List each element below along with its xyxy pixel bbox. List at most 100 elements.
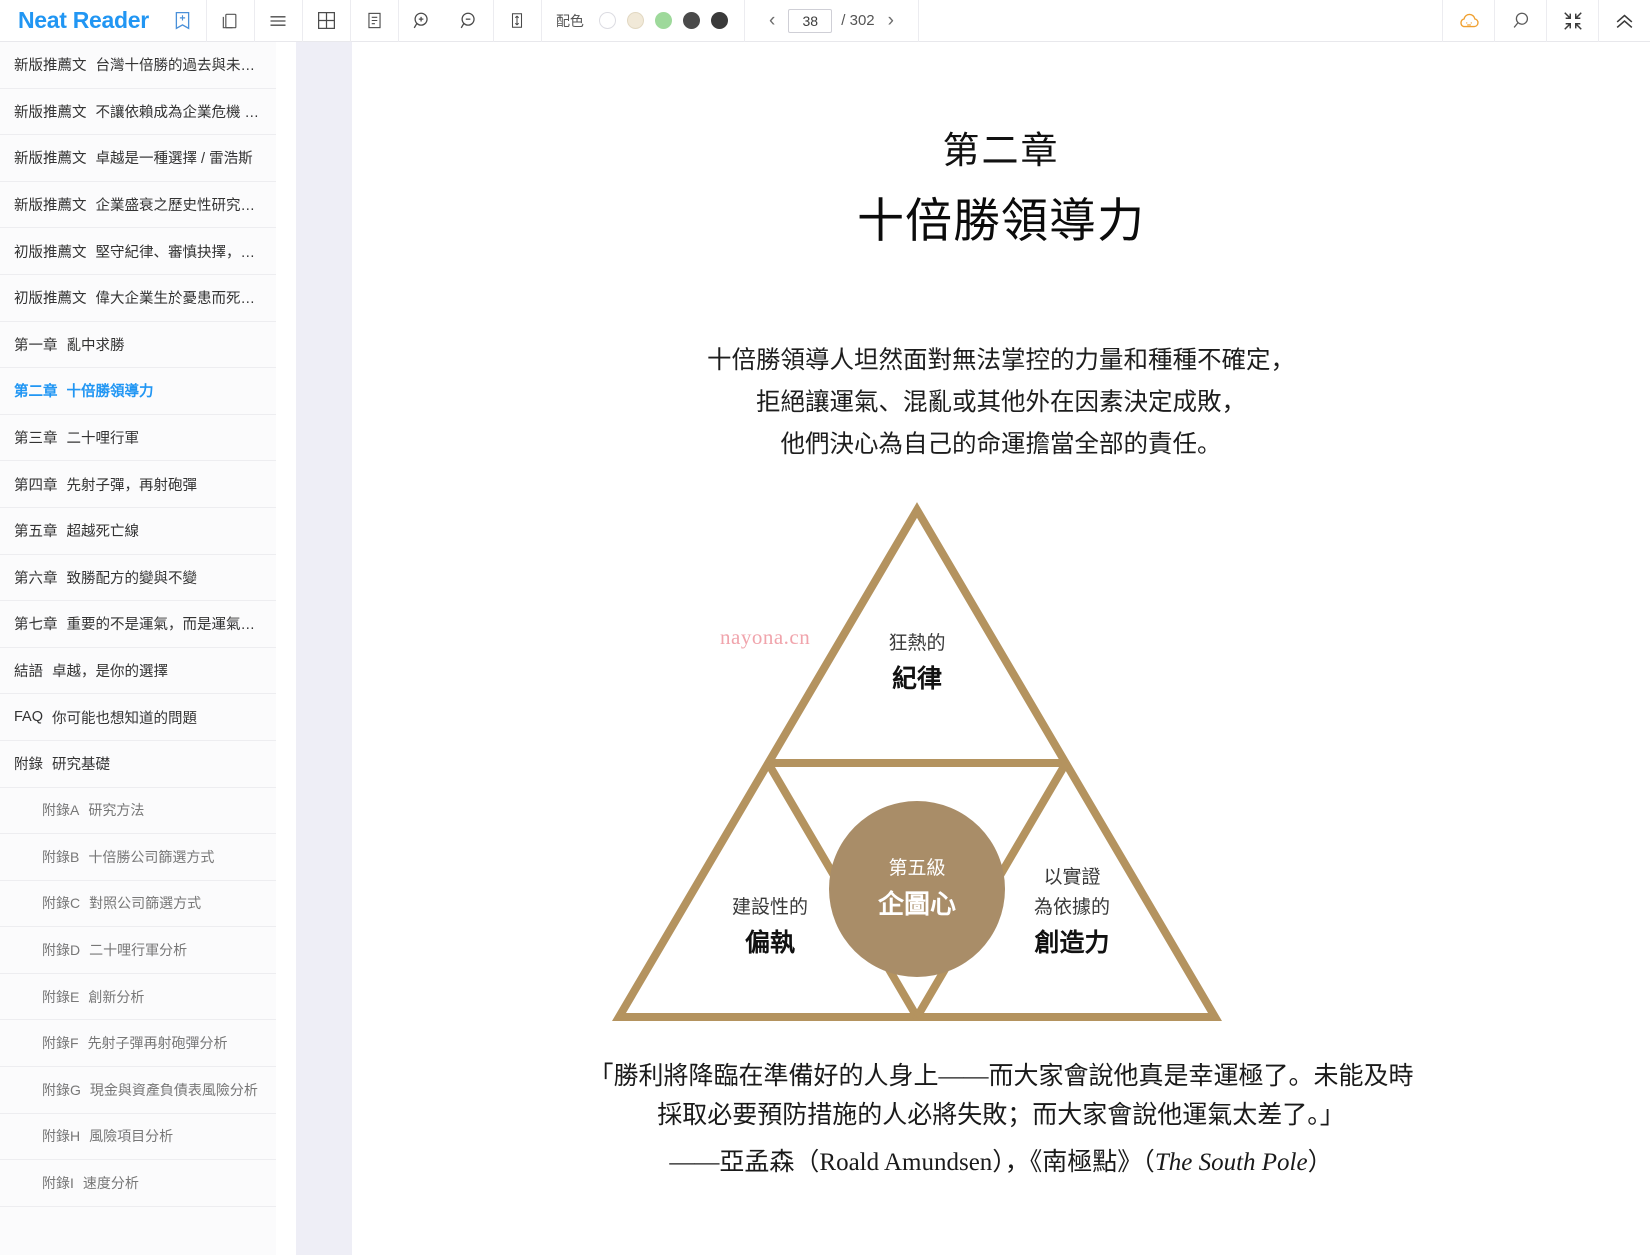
sidebar-item-23[interactable]: 附錄G 現金與資產負債表風險分析: [0, 1067, 276, 1114]
library-icon[interactable]: [207, 0, 254, 42]
table-of-contents-icon[interactable]: [255, 0, 302, 42]
sidebar-item-2[interactable]: 新版推薦文 不讓依賴成為企業危機 / …: [0, 89, 276, 136]
lede-line-1: 十倍勝領導人坦然面對無法掌控的力量和種種不確定，: [707, 347, 1295, 374]
triangle-top-title: 紀律: [891, 665, 942, 693]
sidebar-item-14[interactable]: 結語 卓越，是你的選擇: [0, 648, 276, 695]
sidebar-item-number: 附錄G: [42, 1081, 81, 1098]
sidebar-item-number: 第一章: [14, 337, 58, 354]
sidebar-item-7[interactable]: 第一章 亂中求勝: [0, 322, 276, 369]
sidebar-item-number: 附錄A: [42, 802, 80, 819]
attribution-prefix: ——亞孟森（Roald Amundsen），《南極點》（: [669, 1149, 1155, 1176]
sidebar-item-number: 附錄: [14, 757, 43, 774]
sidebar-item-number: 第七章: [14, 617, 58, 634]
toolbar-divider: [917, 0, 919, 42]
sidebar-item-18[interactable]: 附錄B 十倍勝公司篩選方式: [0, 834, 276, 881]
cloud-sync-icon[interactable]: [1443, 0, 1494, 42]
sidebar-item-8[interactable]: 第二章 十倍勝領導力: [0, 368, 276, 415]
theme-swatch-black[interactable]: [710, 12, 728, 29]
sidebar-item-5[interactable]: 初版推薦文 堅守紀律、審慎抉擇，才…: [0, 228, 276, 275]
sidebar-item-19[interactable]: 附錄C 對照公司篩選方式: [0, 881, 276, 928]
sidebar-item-21[interactable]: 附錄E 創新分析: [0, 974, 276, 1021]
sidebar-item-number: 附錄H: [42, 1128, 81, 1145]
app-brand: Neat Reader: [18, 7, 149, 33]
sidebar-item-9[interactable]: 第三章 二十哩行軍: [0, 415, 276, 462]
sidebar-item-number: FAQ: [14, 709, 44, 726]
quote-attribution: ——亞孟森（Roald Amundsen），《南極點》（The South Po…: [352, 1142, 1650, 1178]
sidebar-item-3[interactable]: 新版推薦文 卓越是一種選擇 / 雷浩斯: [0, 135, 276, 182]
triangle-right-subtitle-line-1: 以實證: [1043, 867, 1101, 888]
sidebar-item-15[interactable]: FAQ 你可能也想知道的問題: [0, 694, 276, 741]
table-of-contents-sidebar[interactable]: 新版推薦文 台灣十倍勝的過去與未來… 新版推薦文 不讓依賴成為企業危機 / … 新版推薦…: [0, 42, 276, 1255]
sidebar-item-label: 你可能也想知道的問題: [52, 710, 198, 727]
sidebar-item-number: 新版推薦文: [14, 151, 87, 168]
sidebar-item-label: 超越死亡線: [66, 524, 140, 541]
sidebar-item-label: 研究方法: [88, 802, 145, 819]
sidebar-item-label: 致勝配方的變與不變: [66, 570, 198, 587]
sidebar-item-label: 二十哩行軍: [66, 431, 140, 448]
lede-line-3: 他們決心為自己的命運擔當全部的責任。: [780, 431, 1222, 458]
watermark: nayona.cn: [720, 625, 811, 649]
sidebar-item-number: 附錄B: [42, 848, 80, 865]
sidebar-item-label: 不讓依賴成為企業危機 / …: [95, 104, 263, 121]
sidebar-item-label: 台灣十倍勝的過去與未來…: [95, 58, 263, 75]
sidebar-item-label: 重要的不是運氣，而是運氣報…: [66, 617, 263, 634]
sidebar-item-20[interactable]: 附錄D 二十哩行軍分析: [0, 927, 276, 974]
page-gutter-band: [296, 42, 352, 1255]
sidebar-item-10[interactable]: 第四章 先射子彈，再射砲彈: [0, 461, 276, 508]
theme-swatch-white[interactable]: [598, 12, 616, 29]
top-toolbar: Neat Reader 配色 ‹ 38 / 302 ›: [0, 0, 1650, 42]
collapse-icon[interactable]: [1547, 0, 1598, 42]
page-number-input[interactable]: 38: [788, 8, 833, 33]
sidebar-item-label: 堅守紀律、審慎抉擇，才…: [95, 244, 263, 261]
attribution-suffix: ）: [1307, 1149, 1333, 1176]
sidebar-item-number: 附錄C: [42, 895, 81, 912]
sidebar-item-22[interactable]: 附錄F 先射子彈再射砲彈分析: [0, 1020, 276, 1068]
sidebar-item-25[interactable]: 附錄I 速度分析: [0, 1160, 276, 1207]
line-height-icon[interactable]: [494, 0, 541, 42]
page-navigator: ‹ 38 / 302 ›: [745, 0, 918, 42]
chevrons-up-icon[interactable]: [1599, 0, 1650, 42]
sidebar-item-label: 十倍勝公司篩選方式: [88, 848, 215, 865]
sidebar-item-13[interactable]: 第七章 重要的不是運氣，而是運氣報…: [0, 601, 276, 648]
sidebar-item-label: 企業盛衰之歷史性研究精…: [95, 198, 263, 215]
theme-swatch-green[interactable]: [654, 12, 672, 29]
sidebar-item-label: 研究基礎: [52, 757, 110, 774]
grid-view-icon[interactable]: [303, 0, 350, 42]
quote-line-1: 「勝利將降臨在準備好的人身上——而大家會說他真是幸運極了。未能及時: [588, 1063, 1414, 1090]
sidebar-item-11[interactable]: 第五章 超越死亡線: [0, 508, 276, 555]
theme-swatch-dark-gray[interactable]: [682, 12, 700, 29]
prev-page-button[interactable]: ‹: [765, 9, 779, 32]
sidebar-item-number: 第五章: [14, 524, 58, 541]
sidebar-item-1[interactable]: 新版推薦文 台灣十倍勝的過去與未來…: [0, 42, 276, 89]
sidebar-item-4[interactable]: 新版推薦文 企業盛衰之歷史性研究精…: [0, 182, 276, 229]
leadership-triangle-diagram: 狂熱的 紀律 建設性的 偏執 以實證 為依據的 創造力 第五級 企圖心: [607, 492, 1227, 1032]
sidebar-item-24[interactable]: 附錄H 風險項目分析: [0, 1114, 276, 1161]
circle-title: 企圖心: [877, 889, 956, 919]
triangle-top-subtitle: 狂熱的: [888, 633, 946, 654]
sidebar-item-number: 結語: [14, 664, 43, 681]
sidebar-item-17[interactable]: 附錄A 研究方法: [0, 788, 276, 835]
theme-swatch-sepia[interactable]: [626, 12, 644, 29]
sidebar-item-16[interactable]: 附錄 研究基礎: [0, 741, 276, 788]
sidebar-item-label: 先射子彈再射砲彈分析: [87, 1035, 228, 1052]
closing-quote: 「勝利將降臨在準備好的人身上——而大家會說他真是幸運極了。未能及時 採取必要預防…: [352, 1057, 1650, 1135]
circle-subtitle: 第五級: [888, 858, 946, 879]
search-icon[interactable]: [1495, 0, 1546, 42]
triangle-right-title: 創造力: [1034, 929, 1110, 957]
sidebar-item-label: 卓越，是你的選擇: [52, 664, 168, 681]
zoom-in-icon[interactable]: [399, 0, 446, 42]
attribution-book-title: The South Pole: [1154, 1149, 1308, 1176]
zoom-out-icon[interactable]: [446, 0, 493, 42]
sidebar-item-6[interactable]: 初版推薦文 偉大企業生於憂患而死於…: [0, 275, 276, 322]
sidebar-item-number: 附錄I: [42, 1175, 74, 1192]
sidebar-item-label: 現金與資產負債表風險分析: [89, 1081, 258, 1098]
sidebar-item-12[interactable]: 第六章 致勝配方的變與不變: [0, 555, 276, 602]
save-to-library-icon[interactable]: [159, 0, 206, 42]
notes-icon[interactable]: [351, 0, 398, 42]
next-page-button[interactable]: ›: [884, 9, 898, 32]
sidebar-item-number: 新版推薦文: [14, 198, 87, 215]
sidebar-item-number: 附錄F: [42, 1035, 79, 1052]
triangle-left-title: 偏執: [744, 929, 795, 957]
sidebar-item-number: 第四章: [14, 477, 58, 494]
page-title: 十倍勝領導力: [857, 196, 1145, 248]
